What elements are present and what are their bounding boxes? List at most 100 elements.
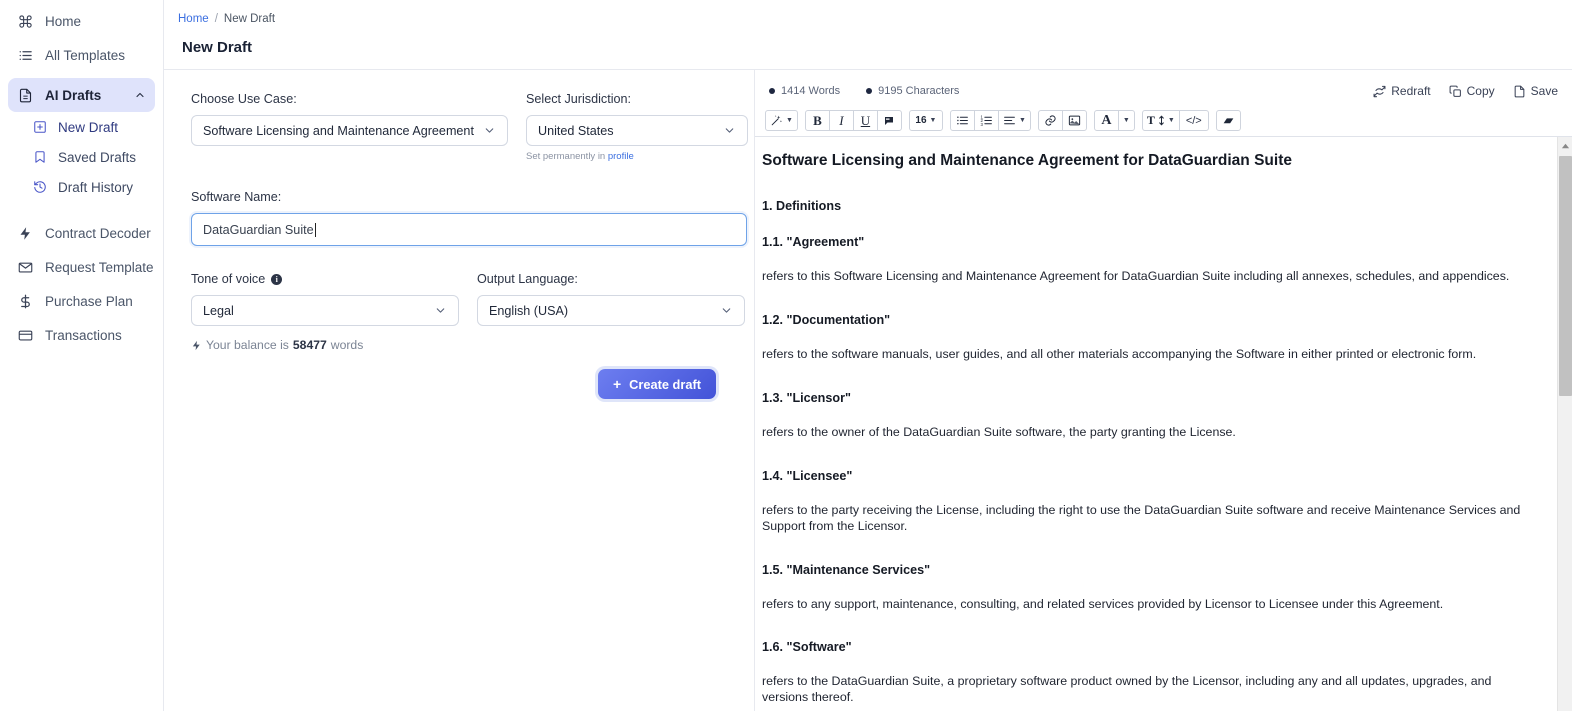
form-row-bottom: Tone of voice i Legal Output Language: E… [191,272,745,326]
bold-button[interactable]: B [804,110,830,131]
save-button[interactable]: Save [1513,84,1558,98]
svg-text:3: 3 [980,122,983,127]
document-scrollbar[interactable] [1557,137,1572,711]
tone-value: Legal [203,303,234,318]
create-draft-wrap: + Create draft [191,369,728,399]
character-count-value: 9195 Characters [878,85,960,97]
clause-body: refers to any support, maintenance, cons… [762,596,1444,611]
file-icon [1513,85,1526,98]
redraft-label: Redraft [1391,84,1431,98]
software-name-input[interactable]: DataGuardian Suite [191,213,747,246]
sidebar-item-ai-drafts[interactable]: AI Drafts [8,78,155,112]
redraft-button[interactable]: Redraft [1373,84,1431,98]
copy-button[interactable]: Copy [1449,84,1495,98]
jurisdiction-select[interactable]: United States [526,115,748,146]
sidebar-item-transactions[interactable]: Transactions [8,318,155,352]
dollar-icon [17,293,34,310]
clause-body: refers to this Software Licensing and Ma… [762,269,1510,284]
toolbar-group-clear [1215,110,1241,131]
jurisdiction-value: United States [538,123,614,138]
sidebar: Home All Templates AI Drafts New Draft S… [0,0,164,711]
plus-icon: + [612,376,622,392]
bullet-list-icon[interactable] [949,110,975,131]
clause-body: refers to the owner of the DataGuardian … [762,424,1236,439]
form-row-top: Choose Use Case: Software Licensing and … [191,92,748,162]
sidebar-item-home[interactable]: Home [8,4,155,38]
link-icon[interactable] [1037,110,1063,131]
tone-select[interactable]: Legal [191,295,459,326]
software-name-label: Software Name: [191,190,282,204]
clause-1-3: 1.3. "Licensor" refers to the owner of t… [762,391,1527,441]
eraser-icon[interactable] [1215,110,1241,131]
font-color-dropdown[interactable]: ▼ [1117,110,1135,131]
card-icon [17,327,34,344]
document-section-heading: 1. Definitions [762,199,842,214]
code-button[interactable]: </> [1178,110,1209,131]
scrollbar-track[interactable] [1558,154,1572,711]
sidebar-item-label: AI Drafts [45,87,102,103]
document-title: Software Licensing and Maintenance Agree… [762,152,1292,169]
toolbar-group-color: A ▼ [1093,110,1135,131]
sidebar-item-new-draft[interactable]: New Draft [22,112,155,142]
numbered-list-icon[interactable]: 123 [973,110,999,131]
sidebar-item-label: Purchase Plan [45,293,133,309]
software-name-field: Software Name: DataGuardian Suite [191,190,747,246]
align-button[interactable]: ▼ [997,110,1031,131]
balance-prefix: Your balance is [206,338,289,352]
font-size-select[interactable]: 16 ▼ [908,110,943,131]
image-icon[interactable] [1061,110,1087,131]
clause-heading: 1.2. "Documentation" [762,313,891,328]
sidebar-item-all-templates[interactable]: All Templates [8,38,155,72]
use-case-select[interactable]: Software Licensing and Maintenance Agree… [191,115,508,146]
sidebar-item-draft-history[interactable]: Draft History [22,172,155,202]
tone-label: Tone of voice i [191,272,459,286]
line-height-button[interactable]: T ▼ [1141,110,1180,131]
scroll-up-icon[interactable] [1558,139,1572,154]
underline-button[interactable]: U [852,110,878,131]
copy-label: Copy [1466,84,1495,98]
refresh-icon [1373,85,1386,98]
language-select[interactable]: English (USA) [477,295,745,326]
sidebar-item-saved-drafts[interactable]: Saved Drafts [22,142,155,172]
bookmark-icon [31,149,48,166]
bolt-icon [191,340,202,351]
clause-body: refers to the party receiving the Licens… [762,502,1521,533]
breadcrumb-home-link[interactable]: Home [178,13,209,25]
document-content[interactable]: Software Licensing and Maintenance Agree… [755,137,1557,711]
list-icon [17,47,34,64]
copy-icon [1449,85,1462,98]
toolbar-group-format: B I U [804,110,902,131]
bold-glyph: B [813,112,822,128]
chevron-down-icon: ▼ [929,117,937,124]
info-icon[interactable]: i [271,273,283,285]
document-icon [17,87,34,104]
create-draft-button[interactable]: + Create draft [597,369,716,399]
toolbar-group-lineheight: T ▼ </> [1141,110,1209,131]
word-count-value: 1414 Words [781,85,841,97]
sidebar-item-contract-decoder[interactable]: Contract Decoder [8,216,155,250]
scrollbar-thumb[interactable] [1558,156,1572,396]
sidebar-item-purchase-plan[interactable]: Purchase Plan [8,284,155,318]
chevron-down-icon [483,124,496,137]
status-dot-icon [866,88,873,94]
sidebar-item-label: New Draft [58,119,119,135]
chevron-up-icon[interactable] [134,89,146,101]
balance-suffix: words [330,338,364,352]
magic-wand-icon[interactable]: ▼ [765,110,798,131]
toolbar-group-insert [1037,110,1087,131]
profile-link[interactable]: profile [608,151,634,162]
font-color-button[interactable]: A [1093,110,1119,131]
code-glyph: </> [1185,114,1202,127]
highlighter-icon[interactable] [876,110,902,131]
balance-status: Your balance is 58477 words [191,338,728,352]
save-label: Save [1530,84,1558,98]
language-label: Output Language: [477,272,578,286]
sidebar-item-request-template[interactable]: Request Template [8,250,155,284]
toolbar-group-lists: 123 ▼ [949,110,1031,131]
main-content: Home / New Draft New Draft Choose Use Ca… [164,0,1572,711]
italic-button[interactable]: I [828,110,854,131]
balance-amount: 58477 [292,338,327,352]
clause-heading: 1.1. "Agreement" [762,235,865,250]
sidebar-item-label: Saved Drafts [58,149,137,165]
